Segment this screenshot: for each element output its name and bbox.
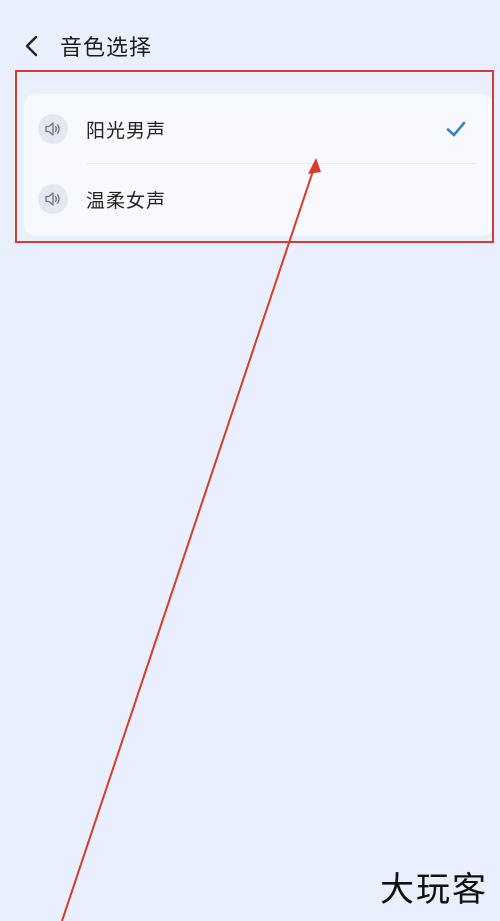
chevron-left-icon — [25, 35, 38, 57]
header-bar: 音色选择 — [0, 0, 500, 90]
speaker-icon — [38, 114, 68, 144]
voice-option-list: 阳光男声 温柔女声 — [24, 94, 494, 236]
voice-option-label: 阳光男声 — [86, 119, 167, 142]
page-title: 音色选择 — [60, 36, 153, 61]
voice-option-sunny-male[interactable]: 阳光男声 — [24, 94, 494, 164]
watermark-logo: 大玩客 — [380, 870, 488, 910]
speaker-icon — [38, 184, 68, 214]
checkmark-icon — [446, 121, 466, 137]
voice-option-gentle-female[interactable]: 温柔女声 — [24, 164, 494, 234]
back-button[interactable] — [14, 28, 50, 64]
voice-option-label: 温柔女声 — [86, 189, 167, 212]
